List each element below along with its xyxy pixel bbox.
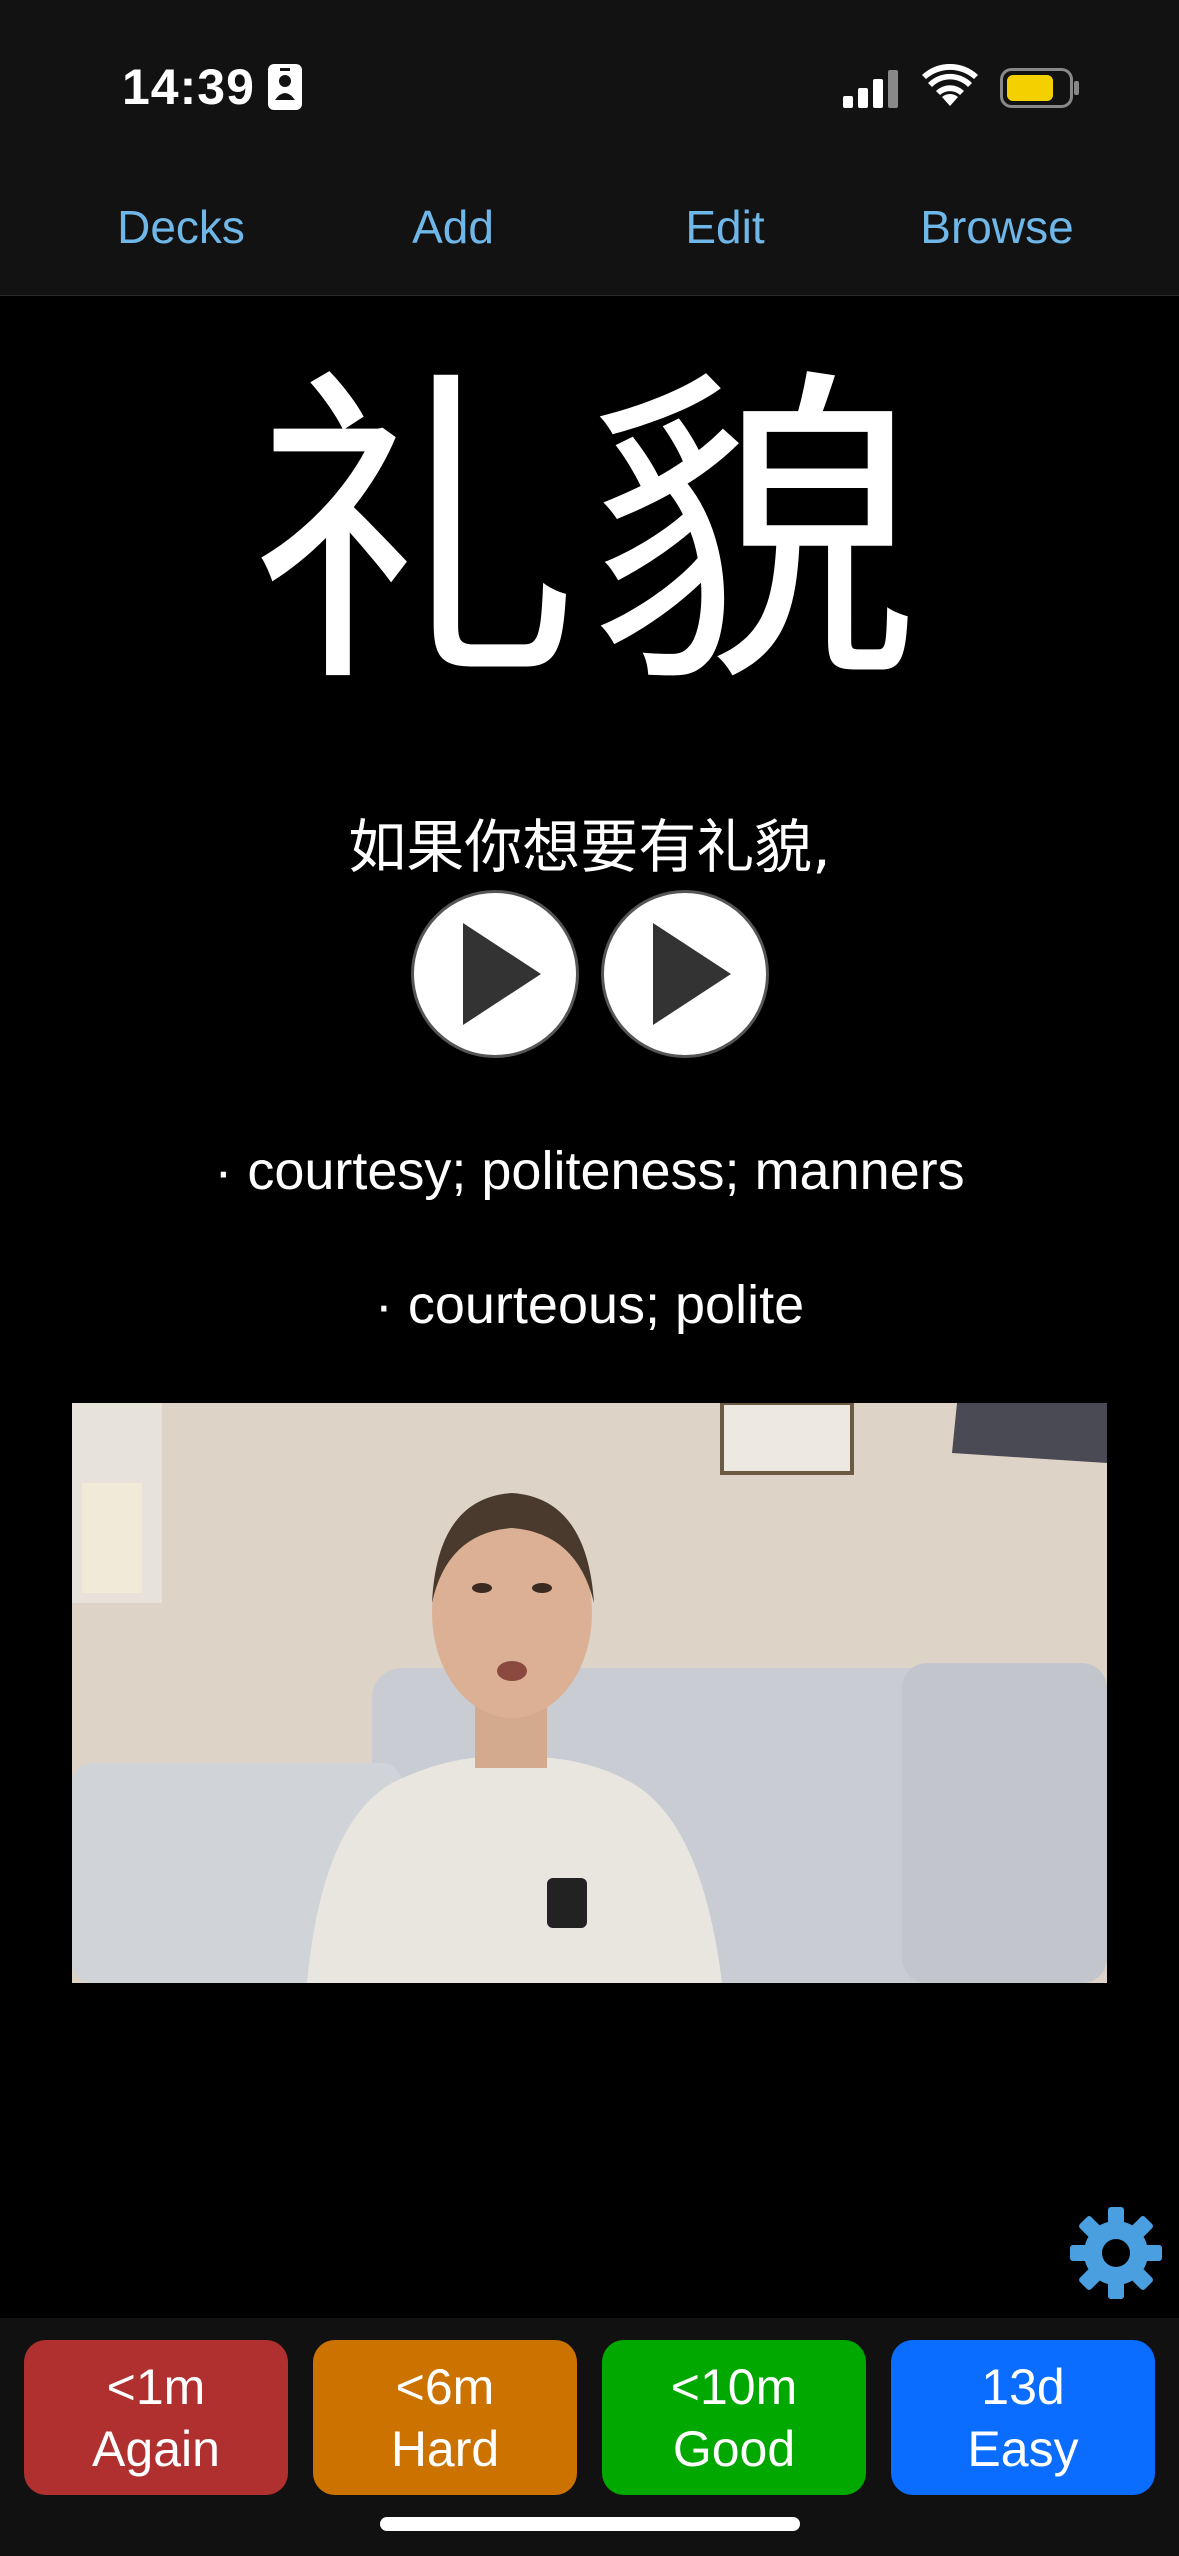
play-audio-button-2[interactable] (600, 890, 769, 1058)
audio-buttons (0, 890, 1179, 1058)
cellular-signal-icon (843, 70, 898, 108)
example-sentence: 如果你想要有礼貌, (348, 813, 831, 881)
nav-add[interactable]: Add (317, 200, 589, 254)
definition-2: · courteous; polite (374, 1275, 805, 1335)
nav-edit[interactable]: Edit (589, 200, 861, 254)
play-icon (652, 923, 731, 1025)
again-label: Again (92, 2420, 220, 2477)
play-icon (462, 923, 541, 1025)
hard-button[interactable]: <6m Hard (313, 2340, 577, 2495)
headword: 礼貌 (249, 343, 930, 727)
id-card-icon (268, 64, 302, 110)
play-audio-button-1[interactable] (410, 890, 579, 1058)
nav-browse[interactable]: Browse (861, 200, 1133, 254)
wifi-icon (922, 64, 978, 106)
good-button[interactable]: <10m Good (602, 2340, 866, 2495)
again-interval: <1m (106, 2358, 206, 2415)
gear-icon[interactable] (1068, 2205, 1164, 2301)
hard-label: Hard (390, 2420, 500, 2477)
good-interval: <10m (670, 2358, 798, 2415)
status-bar: 14:39 (0, 0, 1179, 170)
home-indicator (380, 2517, 800, 2531)
top-nav: Decks Add Edit Browse (0, 170, 1179, 296)
easy-button[interactable]: 13d Easy (891, 2340, 1155, 2495)
again-button[interactable]: <1m Again (24, 2340, 288, 2495)
nav-decks[interactable]: Decks (45, 200, 317, 254)
status-time: 14:39 (122, 59, 255, 115)
easy-interval: 13d (981, 2358, 1065, 2415)
definition-1: · courtesy; politeness; manners (214, 1141, 965, 1201)
video-player[interactable] (72, 1403, 1107, 1983)
hard-interval: <6m (395, 2358, 495, 2415)
battery-icon (1000, 68, 1079, 108)
good-label: Good (672, 2420, 796, 2477)
easy-label: Easy (967, 2420, 1079, 2477)
video-frame (72, 1403, 1107, 1983)
